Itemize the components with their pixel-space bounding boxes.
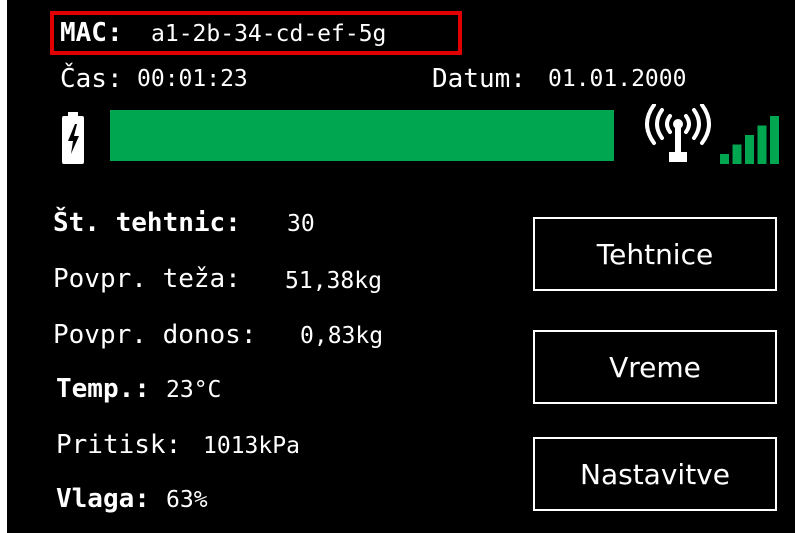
signal-bar [732, 144, 742, 164]
reading-label: Temp.: [56, 374, 150, 404]
reading-value: 0,83kg [300, 323, 384, 349]
mac-label: MAC: [60, 18, 123, 48]
reading-value: 1013kPa [203, 433, 300, 459]
reading-value: 51,38kg [285, 268, 382, 294]
reading-value: 23°C [166, 377, 222, 403]
nastavitve-button[interactable]: Nastavitve [533, 437, 777, 511]
reading-value: 30 [287, 211, 315, 237]
signal-bar [720, 154, 729, 164]
reading-label: Povpr. teža: [53, 264, 241, 294]
reading-label: Vlaga: [56, 484, 150, 514]
tehtnice-button[interactable]: Tehtnice [533, 217, 777, 291]
reading-value: 63% [166, 487, 208, 513]
date-value: 01.01.2000 [548, 66, 687, 92]
signal-bar [770, 116, 779, 164]
reading-label: Št. tehtnic: [53, 208, 241, 238]
reading-label: Povpr. donos: [53, 320, 257, 350]
signal-bar [757, 125, 767, 164]
device-screen: MAC: a1-2b-34-cd-ef-5g Čas: 00:01:23 Dat… [7, 0, 795, 533]
signal-strength-icon [720, 116, 779, 164]
mac-value: a1-2b-34-cd-ef-5g [151, 21, 387, 47]
level-bar [110, 110, 614, 161]
date-label: Datum: [432, 64, 526, 94]
time-value: 00:01:23 [137, 66, 248, 92]
time-label: Čas: [60, 64, 123, 94]
vreme-button[interactable]: Vreme [533, 330, 777, 404]
battery-charging-icon [62, 112, 84, 164]
reading-label: Pritisk: [56, 430, 182, 460]
level-bar-fill [110, 110, 614, 161]
antenna-icon [645, 104, 711, 162]
signal-bar [745, 135, 754, 164]
